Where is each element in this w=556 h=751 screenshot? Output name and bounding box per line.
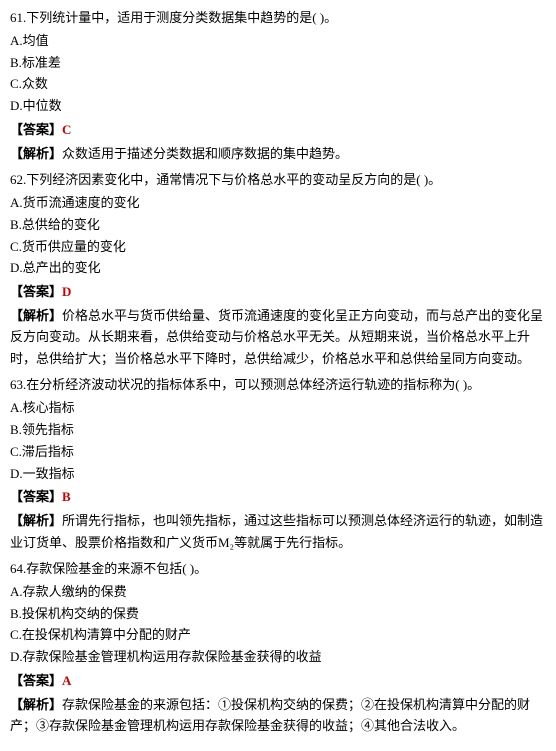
q63-title: 63.在分析经济波动状况的指标体系中，可以预测总体经济运行轨迹的指标称为( )。 bbox=[10, 375, 546, 396]
q61-option-c: C.众数 bbox=[10, 74, 546, 95]
q61-option-d: D.中位数 bbox=[10, 96, 546, 117]
q63-option-c: C.滞后指标 bbox=[10, 442, 546, 463]
q63-option-a: A.核心指标 bbox=[10, 398, 546, 419]
q62-option-d: D.总产出的变化 bbox=[10, 258, 546, 279]
q63-option-b: B.领先指标 bbox=[10, 420, 546, 441]
q63-analysis: 【解析】所谓先行指标，也叫领先指标，通过这些指标可以预测总体经济运行的轨迹，如制… bbox=[10, 510, 546, 553]
q64-option-d: D.存款保险基金管理机构运用存款保险基金获得的收益 bbox=[10, 647, 546, 668]
q62-analysis: 【解析】价格总水平与货币供给量、货币流通速度的变化呈正方向变动，而与总产出的变化… bbox=[10, 305, 546, 369]
q61-option-b: B.标准差 bbox=[10, 53, 546, 74]
question-63: 63.在分析经济波动状况的指标体系中，可以预测总体经济运行轨迹的指标称为( )。… bbox=[10, 375, 546, 553]
q62-option-c: C.货币供应量的变化 bbox=[10, 237, 546, 258]
q63-option-d: D.一致指标 bbox=[10, 464, 546, 485]
q64-answer: 【答案】A bbox=[10, 671, 546, 692]
q62-option-b: B.总供给的变化 bbox=[10, 215, 546, 236]
q63-answer: 【答案】B bbox=[10, 487, 546, 508]
q62-option-a: A.货币流通速度的变化 bbox=[10, 193, 546, 214]
q61-title: 61.下列统计量中，适用于测度分类数据集中趋势的是( )。 bbox=[10, 8, 546, 29]
question-61: 61.下列统计量中，适用于测度分类数据集中趋势的是( )。 A.均值 B.标准差… bbox=[10, 8, 546, 164]
q64-option-a: A.存款人缴纳的保费 bbox=[10, 582, 546, 603]
q64-option-b: B.投保机构交纳的保费 bbox=[10, 604, 546, 625]
q62-title: 62.下列经济因素变化中，通常情况下与价格总水平的变动呈反方向的是( )。 bbox=[10, 170, 546, 191]
page-content: 61.下列统计量中，适用于测度分类数据集中趋势的是( )。 A.均值 B.标准差… bbox=[10, 8, 546, 737]
q64-analysis: 【解析】存款保险基金的来源包括：①投保机构交纳的保费；②在投保机构清算中分配的财… bbox=[10, 694, 546, 737]
q62-answer: 【答案】D bbox=[10, 282, 546, 303]
q61-option-a: A.均值 bbox=[10, 31, 546, 52]
q64-title: 64.存款保险基金的来源不包括( )。 bbox=[10, 559, 546, 580]
q61-analysis: 【解析】众数适用于描述分类数据和顺序数据的集中趋势。 bbox=[10, 143, 546, 164]
q61-answer: 【答案】C bbox=[10, 120, 546, 141]
question-64: 64.存款保险基金的来源不包括( )。 A.存款人缴纳的保费 B.投保机构交纳的… bbox=[10, 559, 546, 737]
question-62: 62.下列经济因素变化中，通常情况下与价格总水平的变动呈反方向的是( )。 A.… bbox=[10, 170, 546, 369]
q64-option-c: C.在投保机构清算中分配的财产 bbox=[10, 625, 546, 646]
